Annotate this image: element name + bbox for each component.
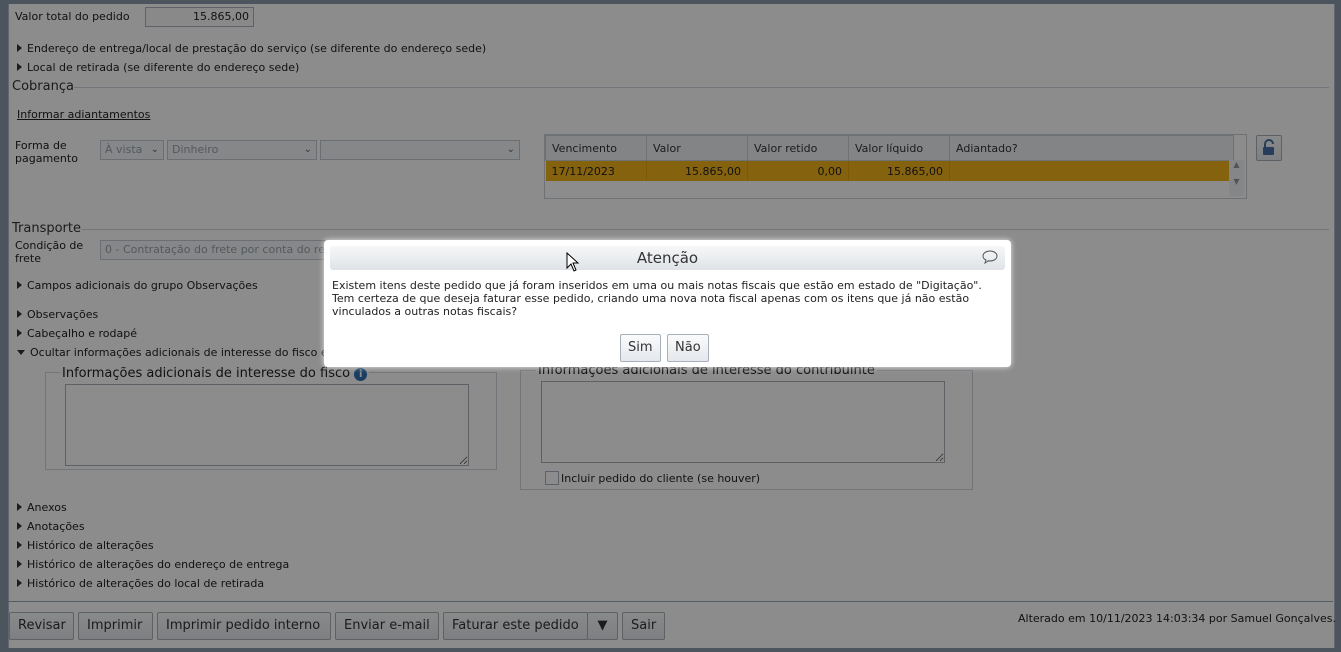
comment-icon[interactable] [982,250,998,264]
dialog-title: Atenção [330,246,1005,270]
attention-dialog: Atenção Existem itens deste pedido que j… [324,240,1011,367]
dialog-message: Existem itens deste pedido que já foram … [332,279,982,318]
sim-button[interactable]: Sim [620,334,661,362]
mouse-cursor-icon [566,252,580,272]
nao-button[interactable]: Não [667,334,709,362]
